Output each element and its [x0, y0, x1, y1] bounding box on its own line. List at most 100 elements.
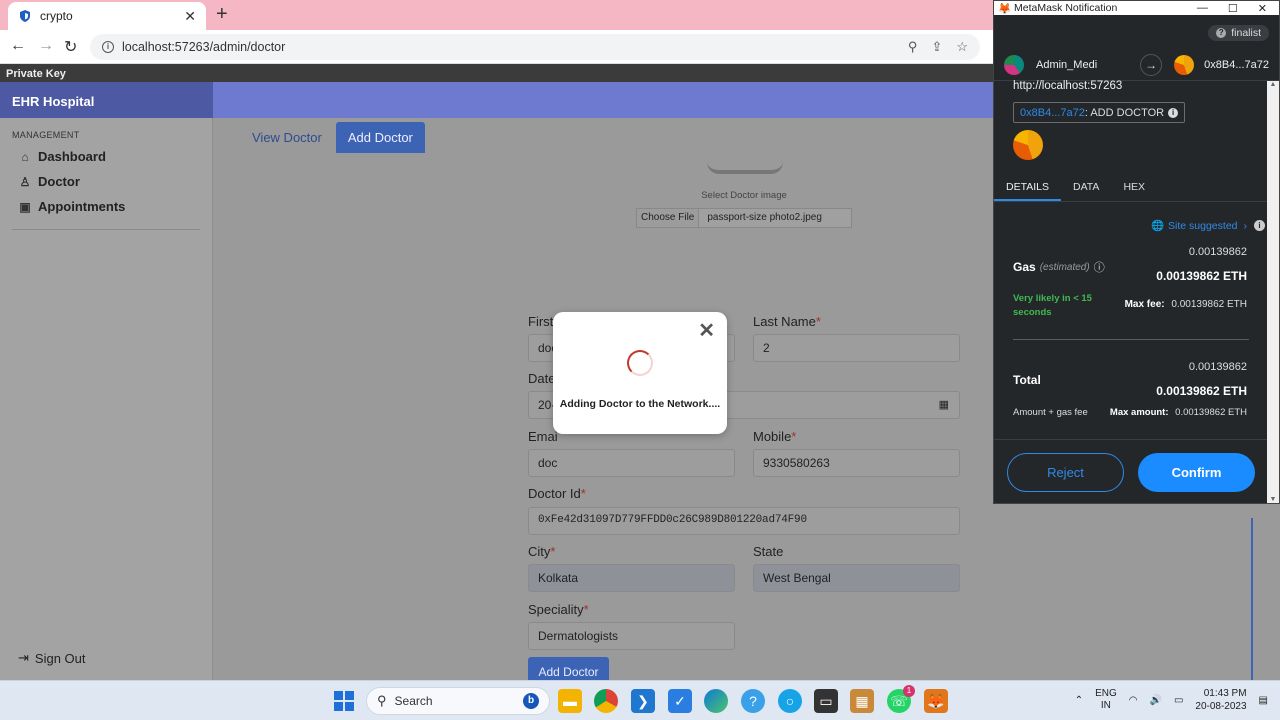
tab-view-doctor[interactable]: View Doctor	[244, 122, 330, 153]
tab-add-doctor[interactable]: Add Doctor	[335, 122, 425, 153]
scroll-up-icon[interactable]: ▲	[1267, 81, 1279, 88]
network-selector[interactable]: ? finalist	[1208, 25, 1269, 41]
calendar-picker-icon[interactable]: ▦	[939, 398, 949, 411]
sidebar-item-doctor[interactable]: ♙ Doctor	[0, 169, 212, 194]
vscode-icon[interactable]: ❯	[631, 689, 655, 713]
total-label: Total	[1013, 373, 1041, 387]
mobile-field[interactable]: 9330580263	[753, 449, 960, 477]
close-window-icon[interactable]: ✕	[1258, 2, 1267, 15]
to-account-address[interactable]: 0x8B4...7a72	[1204, 59, 1269, 71]
taskbar-search[interactable]: ⚲ Search b	[366, 687, 550, 715]
bookmark-private-key[interactable]: Private Key	[6, 68, 66, 80]
choose-file-button[interactable]: Choose File	[637, 209, 700, 227]
scroll-down-icon[interactable]: ▼	[1267, 496, 1279, 503]
contract-method: 0x8B4...7a72 : ADD DOCTOR i	[1013, 102, 1186, 123]
metamask-taskbar-icon[interactable]: 🦊	[924, 689, 948, 713]
terminal-icon[interactable]: ▭	[814, 689, 838, 713]
tab-hex[interactable]: HEX	[1111, 175, 1157, 201]
image-label: Select Doctor image	[701, 190, 787, 201]
date-label: Date	[528, 371, 556, 386]
edge-icon[interactable]	[704, 689, 728, 713]
reload-icon[interactable]: ↻	[64, 37, 77, 57]
search-label: Search	[394, 694, 433, 708]
info-icon[interactable]: i	[1168, 107, 1179, 118]
sign-out-link[interactable]: ⇥ Sign Out	[18, 650, 86, 666]
contract-address[interactable]: 0x8B4...7a72	[1020, 107, 1085, 119]
brand-title[interactable]: EHR Hospital	[0, 82, 213, 118]
reject-button[interactable]: Reject	[1007, 453, 1124, 492]
todo-icon[interactable]: ✓	[668, 689, 692, 713]
share-icon[interactable]: ⇪	[931, 39, 942, 55]
back-icon[interactable]: ←	[10, 37, 26, 55]
metamask-tabs: DETAILS DATA HEX	[994, 175, 1279, 202]
chevron-right-icon: ›	[1243, 219, 1248, 232]
zoom-icon[interactable]: ⚲	[908, 39, 918, 55]
scroll-indicator	[1251, 518, 1253, 704]
site-suggested-label: Site suggested	[1168, 219, 1238, 232]
site-info-icon[interactable]: i	[102, 41, 114, 53]
address-bar[interactable]: i localhost:57263/admin/doctor ⚲ ⇪ ☆	[90, 34, 980, 60]
system-tray: ⌃ ENG IN ◠ 🔊 ▭ 01:43 PM 20-08-2023 ▤	[1075, 687, 1268, 713]
max-amount-label: Max amount:	[1109, 407, 1169, 418]
city-field[interactable]: Kolkata	[528, 564, 735, 592]
speciality-label: Speciality*	[528, 602, 589, 617]
tab-details[interactable]: DETAILS	[994, 175, 1061, 201]
email-field[interactable]: doc	[528, 449, 735, 477]
metamask-fox-icon: 🦊	[998, 2, 1012, 15]
total-value: 0.00139862 ETH	[1156, 384, 1247, 398]
windows-start-icon[interactable]	[334, 691, 354, 711]
clock[interactable]: 01:43 PM 20-08-2023	[1195, 687, 1246, 713]
close-icon[interactable]: ✕	[698, 318, 715, 343]
window-title: MetaMask Notification	[1014, 2, 1118, 14]
state-field[interactable]: West Bengal	[753, 564, 960, 592]
amount-gas-fee: Amount + gas fee	[1013, 407, 1088, 418]
footer-divider	[994, 439, 1279, 440]
sidebar-item-label: Doctor	[38, 174, 80, 189]
network-question-icon: ?	[1216, 28, 1227, 38]
maximize-icon[interactable]: ☐	[1228, 2, 1238, 15]
gas-label-row: Gas (estimated) ⓘ	[1013, 259, 1105, 275]
doctor-id-field[interactable]: 0xFe42d31097D779FFDD0c26C989D801220ad74F…	[528, 507, 960, 535]
forward-icon[interactable]: →	[38, 37, 54, 55]
speciality-field[interactable]: Dermatologists	[528, 622, 735, 650]
package-icon[interactable]: ▦	[850, 689, 874, 713]
new-tab-button[interactable]: +	[216, 4, 228, 24]
chrome-icon[interactable]	[594, 689, 618, 713]
from-account-avatar	[1004, 54, 1024, 75]
cortana-icon[interactable]: ○	[778, 689, 802, 713]
wifi-icon[interactable]: ◠	[1129, 695, 1138, 706]
search-icon: ⚲	[377, 693, 387, 708]
minimize-icon[interactable]: —	[1197, 2, 1208, 15]
doctor-tabs: View Doctor Add Doctor	[244, 122, 425, 153]
sidebar-item-appointments[interactable]: ▣ Appointments	[0, 194, 212, 219]
shield-icon	[20, 10, 30, 22]
whatsapp-icon[interactable]: ☏ 1	[887, 685, 915, 713]
arrow-right-icon: →	[1140, 53, 1163, 76]
metamask-scrollbar[interactable]: ▲ ▼	[1267, 81, 1279, 503]
metamask-titlebar: 🦊 MetaMask Notification — ☐ ✕	[994, 1, 1279, 15]
site-suggested-link[interactable]: 🌐 Site suggested ›	[1150, 219, 1248, 233]
bookmark-star-icon[interactable]: ☆	[956, 39, 968, 55]
to-account-avatar	[1174, 54, 1195, 75]
last-name-field[interactable]: 2	[753, 334, 960, 362]
sidebar-item-dashboard[interactable]: ⌂ Dashboard	[0, 144, 212, 169]
volume-icon[interactable]: 🔊	[1149, 695, 1161, 706]
file-explorer-icon[interactable]: ▬	[558, 689, 582, 713]
gas-estimated-info-icon[interactable]: ⓘ	[1094, 259, 1105, 275]
close-tab-icon[interactable]: ✕	[184, 8, 196, 25]
file-input[interactable]: Choose File passport-size photo2.jpeg	[636, 208, 852, 228]
globe-icon: 🌐	[1150, 220, 1165, 232]
notification-icon[interactable]: ▤	[1259, 695, 1268, 706]
language-indicator[interactable]: ENG IN	[1095, 688, 1117, 712]
sticky-icon[interactable]: ?	[741, 689, 765, 713]
account-bar: Admin_Medi → 0x8B4...7a72	[994, 49, 1279, 81]
bing-icon[interactable]: b	[523, 693, 539, 709]
from-account-name[interactable]: Admin_Medi	[1036, 59, 1140, 71]
browser-tab[interactable]: crypto ✕	[8, 2, 206, 30]
tab-data[interactable]: DATA	[1061, 175, 1111, 201]
confirm-button[interactable]: Confirm	[1138, 453, 1255, 492]
battery-icon[interactable]: ▭	[1174, 695, 1183, 706]
url-text: localhost:57263/admin/doctor	[122, 40, 286, 54]
chevron-up-icon[interactable]: ⌃	[1075, 695, 1083, 706]
gas-info-icon[interactable]: i	[1254, 220, 1265, 231]
